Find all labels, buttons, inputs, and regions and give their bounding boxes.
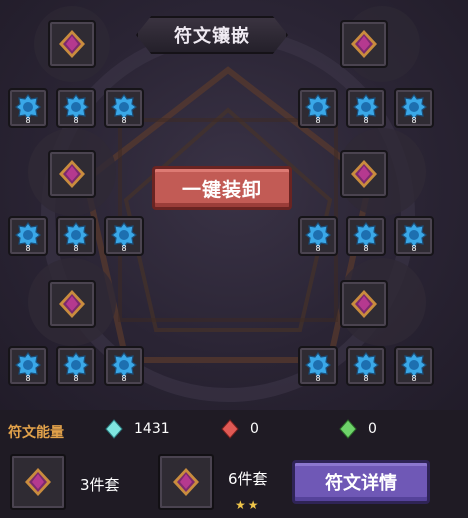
set-3-label: 3件套	[80, 476, 120, 494]
rune-level: 8	[411, 116, 417, 125]
red-gem-icon	[221, 419, 239, 439]
green-gem-icon	[339, 419, 357, 439]
rune-slot[interactable]: 8	[8, 88, 48, 128]
rune-slot[interactable]: 8	[8, 216, 48, 256]
set-slot-right-3[interactable]	[340, 280, 388, 328]
rune-slot[interactable]: 8	[56, 346, 96, 386]
set-slot-left-2[interactable]	[48, 150, 96, 198]
energy-green: 0	[338, 418, 377, 440]
rune-level: 8	[363, 116, 369, 125]
rune-slot[interactable]: 8	[8, 346, 48, 386]
set-6-label: 6件套	[228, 470, 268, 488]
rune-level: 8	[363, 244, 369, 253]
rune-level: 8	[411, 244, 417, 253]
set-6-icon-box[interactable]	[158, 454, 214, 510]
rune-slot[interactable]: 8	[298, 346, 338, 386]
page-title: 符文镶嵌	[136, 16, 288, 54]
energy-red-value: 0	[250, 421, 259, 437]
energy-red: 0	[220, 418, 259, 440]
rune-details-button[interactable]: 符文详情	[292, 460, 430, 504]
set-slot-left-3[interactable]	[48, 280, 96, 328]
purple-crystal-icon	[59, 30, 85, 58]
rune-level: 8	[315, 244, 321, 253]
rune-slot[interactable]: 8	[394, 88, 434, 128]
rune-level: 8	[25, 374, 31, 383]
rune-level: 8	[73, 116, 79, 125]
purple-crystal-icon	[25, 468, 51, 496]
energy-cyan: 1431	[104, 418, 170, 440]
rune-slot[interactable]: 8	[298, 216, 338, 256]
unequip-all-button[interactable]: 一键装卸	[152, 166, 292, 210]
rune-slot[interactable]: 8	[346, 216, 386, 256]
rune-slot[interactable]: 8	[346, 346, 386, 386]
purple-crystal-icon	[351, 160, 377, 188]
rune-level: 8	[315, 374, 321, 383]
set-slot-left-1[interactable]	[48, 20, 96, 68]
purple-crystal-icon	[351, 290, 377, 318]
set-slot-right-2[interactable]	[340, 150, 388, 198]
rune-slot[interactable]: 8	[346, 88, 386, 128]
rune-level: 8	[411, 374, 417, 383]
rune-level: 8	[25, 116, 31, 125]
rune-level: 8	[363, 374, 369, 383]
purple-crystal-icon	[59, 160, 85, 188]
rune-inlay-panel: 符文镶嵌 8 8 8 8 8 8 8 8 8 8 8 8 8 8 8 8 8 8…	[0, 0, 468, 410]
rune-level: 8	[121, 374, 127, 383]
rune-slot[interactable]: 8	[104, 88, 144, 128]
rune-level: 8	[121, 244, 127, 253]
energy-label: 符文能量	[8, 425, 64, 441]
rune-slot[interactable]: 8	[298, 88, 338, 128]
purple-crystal-icon	[351, 30, 377, 58]
purple-crystal-icon	[59, 290, 85, 318]
rune-slot[interactable]: 8	[56, 216, 96, 256]
purple-crystal-icon	[173, 468, 199, 496]
set-3-icon-box[interactable]	[10, 454, 66, 510]
rune-level: 8	[73, 244, 79, 253]
rune-level: 8	[25, 244, 31, 253]
rune-slot[interactable]: 8	[104, 346, 144, 386]
rune-slot[interactable]: 8	[394, 216, 434, 256]
rune-energy-bar: 符文能量 1431 0 0 3件套 6件套 ★★ 符文详情	[0, 410, 468, 518]
rune-level: 8	[73, 374, 79, 383]
set-slot-right-1[interactable]	[340, 20, 388, 68]
rune-level: 8	[121, 116, 127, 125]
rune-slot[interactable]: 8	[104, 216, 144, 256]
energy-cyan-value: 1431	[134, 421, 170, 437]
cyan-gem-icon	[105, 419, 123, 439]
energy-green-value: 0	[368, 421, 377, 437]
rune-level: 8	[315, 116, 321, 125]
set-6-stars: ★★	[235, 498, 261, 512]
rune-slot[interactable]: 8	[394, 346, 434, 386]
rune-slot[interactable]: 8	[56, 88, 96, 128]
